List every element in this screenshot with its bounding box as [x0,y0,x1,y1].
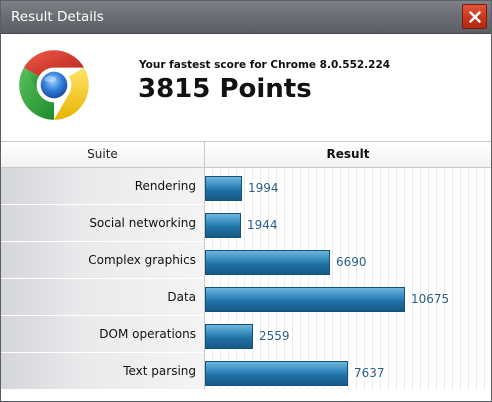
results-table-header: Suite Result [1,141,491,168]
suite-cell: Text parsing [1,353,205,390]
results-table-body: Rendering 1994 Social networking 1944 Co… [1,168,491,401]
result-cell: 10675 [205,279,491,316]
suite-label: DOM operations [99,327,196,341]
suite-label: Social networking [89,216,196,230]
suite-column-header[interactable]: Suite [1,142,205,167]
score-bar [205,250,330,275]
score-value-label: 2559 [259,329,290,343]
score-value-label: 10675 [411,292,450,306]
score-total: 3815 Points [138,72,312,106]
table-row: Complex graphics 6690 [1,242,491,279]
suite-cell: DOM operations [1,316,205,353]
suite-label: Text parsing [123,364,196,378]
table-row: Text parsing 7637 [1,353,491,390]
score-header: Your fastest score for Chrome 8.0.552.22… [1,34,491,141]
result-cell: 7637 [205,353,491,390]
result-cell: 1944 [205,205,491,242]
score-bar [205,213,241,238]
result-cell: 6690 [205,242,491,279]
table-row: Rendering 1994 [1,168,491,205]
score-bar [205,324,253,349]
suite-label: Complex graphics [88,253,196,267]
score-value-label: 1994 [248,181,279,195]
result-cell: 2559 [205,316,491,353]
score-bar [205,287,405,312]
close-icon [469,11,481,23]
suite-cell: Data [1,279,205,316]
table-row: Social networking 1944 [1,205,491,242]
close-button[interactable] [462,4,487,29]
result-cell: 1994 [205,168,491,205]
table-row: DOM operations 2559 [1,316,491,353]
suite-label: Data [167,290,196,304]
chrome-logo-icon [19,50,89,120]
title-bar[interactable]: Result Details [1,1,491,34]
score-unit: Points [219,74,312,104]
suite-cell: Social networking [1,205,205,242]
score-subtitle: Your fastest score for Chrome 8.0.552.22… [139,59,391,71]
score-value-label: 1944 [247,218,278,232]
score-bar [205,176,242,201]
score-bar [205,361,348,386]
score-value-label: 7637 [354,366,385,380]
suite-cell: Rendering [1,168,205,205]
score-value: 3815 [138,74,211,104]
result-column-header[interactable]: Result [205,142,491,167]
result-details-window: Result Details Your fastest score for Ch… [0,0,492,402]
suite-cell: Complex graphics [1,242,205,279]
score-value-label: 6690 [336,255,367,269]
suite-label: Rendering [134,179,196,193]
table-row: Data 10675 [1,279,491,316]
window-title: Result Details [11,9,104,25]
